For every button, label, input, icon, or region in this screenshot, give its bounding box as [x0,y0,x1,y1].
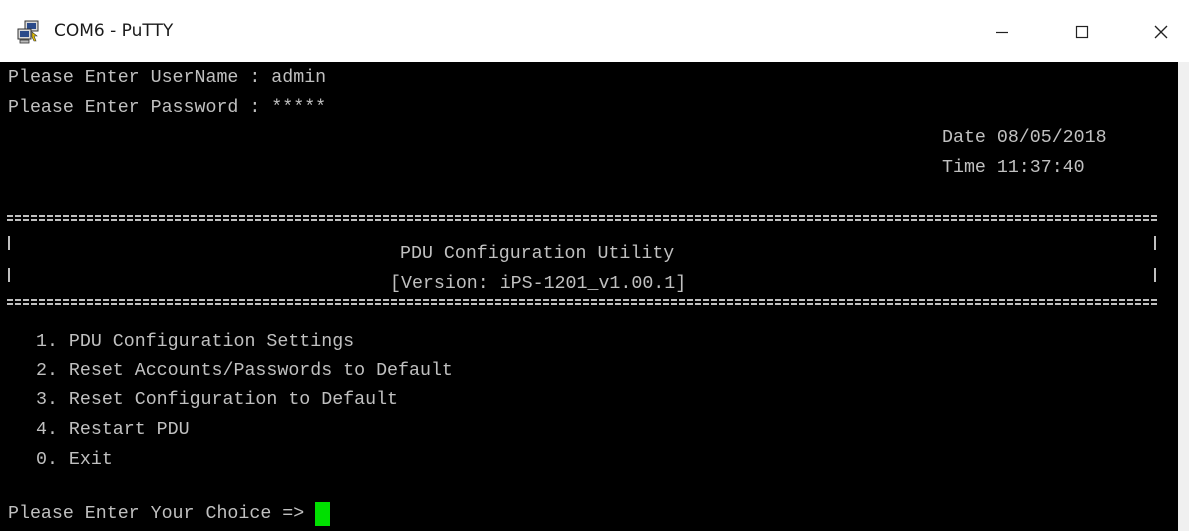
date-line: Date 08/05/2018 [942,128,1107,148]
window-title: COM6 - PuTTY [54,21,174,41]
password-line: Please Enter Password : ***** [8,98,327,118]
menu-item-pdu-configuration: 1. PDU Configuration Settings [36,332,355,352]
title-bar[interactable]: COM6 - PuTTY [0,0,1189,62]
close-icon [1154,25,1168,39]
putty-window: COM6 - PuTTY Please Enter UserName : adm… [0,0,1189,531]
terminal-scrollbar[interactable] [1178,62,1189,531]
putty-computers-icon[interactable] [17,20,41,44]
username-line: Please Enter UserName : admin [8,68,327,88]
menu-item-exit: 0. Exit [36,450,113,470]
banner-version: [Version: iPS-1201_v1.00.1] [390,274,687,294]
menu-item-restart-pdu: 4. Restart PDU [36,420,190,440]
maximize-button[interactable] [1057,14,1107,50]
menu-item-reset-accounts: 2. Reset Accounts/Passwords to Default [36,361,453,381]
choice-prompt-line[interactable]: Please Enter Your Choice => [8,502,331,526]
time-line: Time 11:37:40 [942,158,1085,178]
terminal-cursor [315,502,331,526]
close-button[interactable] [1136,14,1186,50]
minimize-icon [996,31,1008,34]
menu-item-reset-configuration: 3. Reset Configuration to Default [36,390,399,410]
choice-prompt: Please Enter Your Choice => [8,504,316,524]
maximize-icon [1075,25,1089,39]
banner-title: PDU Configuration Utility [400,244,675,264]
terminal-screen[interactable]: Please Enter UserName : admin Please Ent… [0,62,1178,531]
minimize-button[interactable] [977,14,1027,50]
